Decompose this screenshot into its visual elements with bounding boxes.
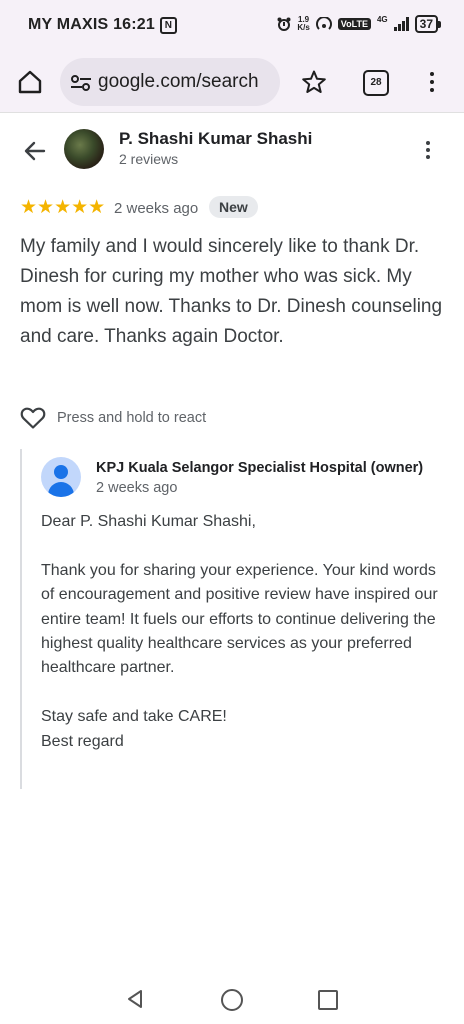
status-carrier-time: MY MAXIS 16:21 N [28, 16, 177, 34]
review-text: My family and I would sincerely like to … [20, 236, 443, 347]
reviewer-name[interactable]: P. Shashi Kumar Shashi [119, 129, 312, 149]
url-text[interactable]: google.com/search [98, 71, 259, 93]
star-outline-icon[interactable] [301, 69, 327, 95]
net-speed-unit: K/s [297, 23, 310, 32]
toolbar-divider [0, 112, 464, 113]
home-icon[interactable] [16, 68, 44, 96]
alarm-icon [277, 17, 291, 31]
battery-icon: 37 [414, 15, 442, 33]
owner-avatar [41, 457, 81, 497]
status-bar: MY MAXIS 16:21 N 1.9 K/s VoLTE 4G 37 [0, 0, 464, 52]
reviewer-avatar[interactable] [64, 129, 104, 169]
status-icons: 1.9 K/s VoLTE 4G 37 [277, 15, 442, 33]
owner-reply-text: Dear P. Shashi Kumar Shashi, Thank you f… [41, 513, 438, 750]
nav-home-icon[interactable] [221, 989, 243, 1011]
network-type: 4G [376, 15, 388, 24]
owner-reply-date: 2 weeks ago [96, 480, 178, 496]
star-rating: ★★★★★ [20, 198, 105, 218]
hotspot-icon [315, 17, 332, 30]
reply-thread-line [20, 449, 22, 789]
arrow-back-icon[interactable] [22, 138, 48, 164]
tab-switcher-icon[interactable]: 28 [363, 70, 389, 96]
review-more-icon[interactable] [423, 138, 433, 164]
volte-badge: VoLTE [337, 18, 371, 30]
reviewer-review-count: 2 reviews [119, 151, 179, 167]
new-badge: New [209, 196, 258, 218]
react-label[interactable]: Press and hold to react [57, 410, 206, 426]
owner-name: KPJ Kuala Selangor Specialist Hospital (… [96, 460, 424, 476]
nav-back-icon[interactable] [124, 988, 146, 1010]
net-speed: 1.9 K/s [297, 16, 309, 32]
more-vert-icon[interactable] [425, 68, 439, 96]
rating-stars: ★★★★★ [20, 197, 106, 218]
review-date: 2 weeks ago [114, 200, 199, 217]
nav-recents-icon[interactable] [318, 990, 338, 1010]
browser-toolbar: google.com/search 28 [0, 52, 464, 112]
nfc-icon: N [160, 17, 177, 34]
carrier-time-text: MY MAXIS 16:21 [28, 16, 155, 33]
tune-icon[interactable] [70, 74, 92, 92]
url-bar[interactable]: google.com/search [60, 58, 280, 106]
signal-icon [393, 17, 409, 31]
heart-outline-icon[interactable] [20, 406, 46, 430]
